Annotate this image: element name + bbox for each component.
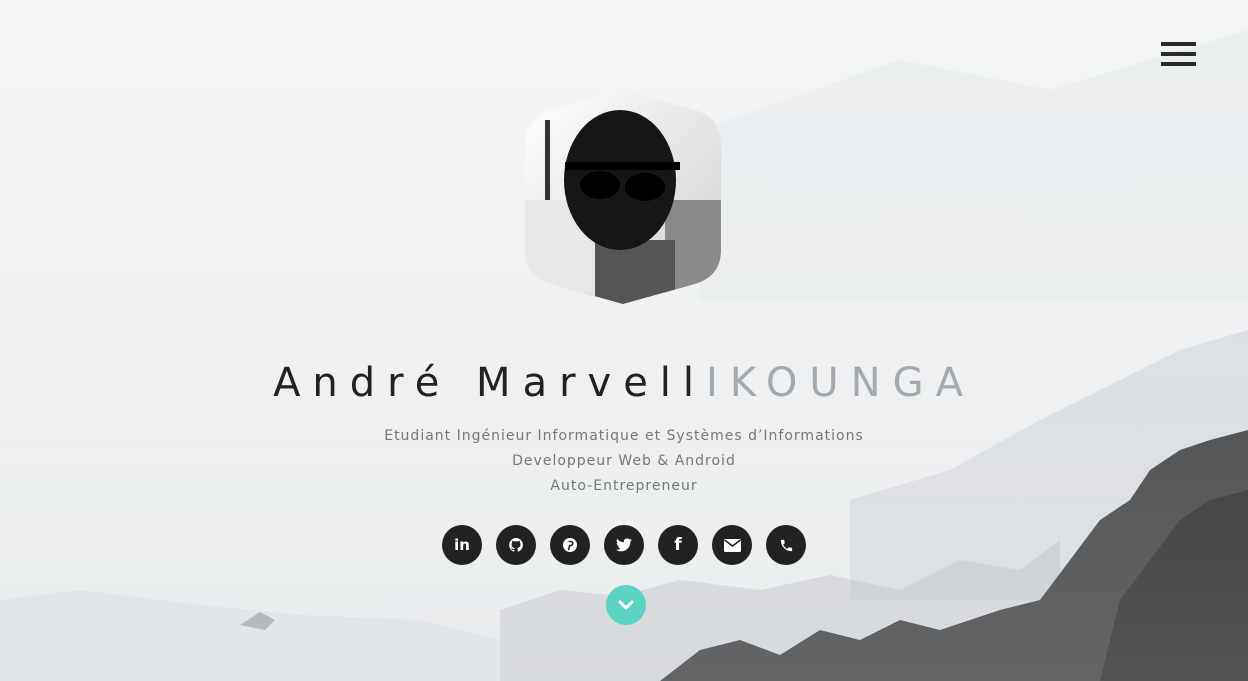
menu-bar — [1161, 62, 1196, 66]
github-button[interactable] — [496, 525, 536, 565]
phone-button[interactable] — [766, 525, 806, 565]
linkedin-icon: in — [454, 536, 470, 554]
last-name: IKOUNGA — [706, 360, 975, 406]
profile-avatar — [525, 90, 721, 304]
pinterest-button[interactable] — [550, 525, 590, 565]
taglines: Etudiant Ingénieur Informatique et Systè… — [0, 424, 1248, 499]
pinterest-icon — [563, 538, 577, 552]
facebook-button[interactable]: f — [658, 525, 698, 565]
tagline: Auto-Entrepreneur — [550, 478, 698, 494]
scroll-down-button[interactable] — [606, 585, 646, 625]
phone-icon — [780, 539, 792, 551]
envelope-icon — [723, 538, 741, 552]
linkedin-button[interactable]: in — [442, 525, 482, 565]
tagline: Etudiant Ingénieur Informatique et Systè… — [384, 428, 864, 444]
social-links: in f — [0, 525, 1248, 565]
page-title: André MarvellIKOUNGA — [0, 360, 1248, 406]
tagline: Developpeur Web & Android — [512, 453, 736, 469]
github-icon — [509, 538, 523, 552]
first-name: André Marvell — [273, 360, 707, 406]
facebook-icon: f — [674, 535, 682, 555]
email-button[interactable] — [712, 525, 752, 565]
twitter-button[interactable] — [604, 525, 644, 565]
menu-bar — [1161, 42, 1196, 46]
menu-bar — [1161, 52, 1196, 56]
twitter-icon — [616, 538, 632, 552]
menu-icon[interactable] — [1161, 42, 1196, 69]
chevron-down-icon — [618, 600, 634, 610]
